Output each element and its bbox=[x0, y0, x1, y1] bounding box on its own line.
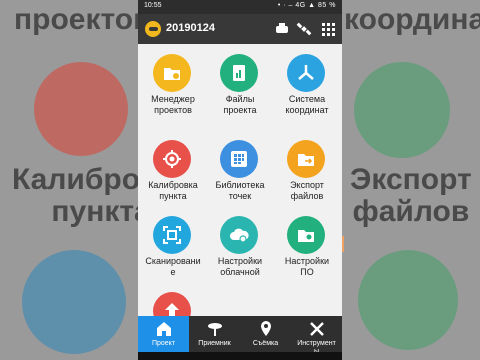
phone-screen: 10:55 • · – 4G ▲ 85 % 20190124 Менеджер … bbox=[138, 0, 342, 360]
system-gesture-bar bbox=[138, 352, 342, 360]
file-chart-icon bbox=[220, 54, 258, 92]
satellite-icon[interactable] bbox=[296, 21, 312, 37]
tile-label: Файлы проекта bbox=[223, 94, 257, 115]
tile-label: Экспорт файлов bbox=[290, 180, 324, 201]
tile-software-settings[interactable]: Настройки ПО bbox=[273, 206, 341, 296]
tile-cloud-settings[interactable]: Настройки облачной bbox=[206, 206, 274, 296]
tile-label: Настройки облачной bbox=[217, 256, 263, 277]
tile-label: Система координат bbox=[285, 94, 329, 115]
location-pin-icon bbox=[261, 321, 271, 336]
bg-circle-blue bbox=[22, 250, 126, 354]
app-bar: 20190124 bbox=[138, 14, 342, 44]
tile-project-manager[interactable]: Менеджер проектов bbox=[139, 44, 207, 134]
tile-label: Менеджер проектов bbox=[151, 94, 195, 115]
bg-text-right-mid: Экспорт файлов bbox=[350, 163, 472, 228]
bg-text-left-top: проектов bbox=[14, 3, 152, 36]
bg-text-right-top: координат bbox=[344, 3, 480, 36]
tile-label: Библиотека точек bbox=[215, 180, 265, 201]
status-indicators: • · – 4G ▲ 85 % bbox=[277, 2, 336, 9]
nav-tools[interactable]: Инструмент ы bbox=[291, 316, 342, 355]
tools-icon bbox=[310, 322, 324, 336]
project-title: 20190124 bbox=[166, 22, 215, 34]
target-icon bbox=[153, 140, 191, 178]
nav-label: Съёмка bbox=[252, 340, 279, 347]
nav-receiver[interactable]: Приемник bbox=[189, 316, 240, 352]
folder-settings-icon bbox=[153, 54, 191, 92]
nav-label: Приемник bbox=[198, 340, 231, 347]
bg-circle-green-bottom bbox=[358, 250, 458, 350]
status-bar: 10:55 • · – 4G ▲ 85 % bbox=[138, 0, 342, 14]
coordinate-system-icon bbox=[287, 54, 325, 92]
tile-project-files[interactable]: Файлы проекта bbox=[206, 44, 274, 134]
status-time: 10:55 bbox=[144, 2, 162, 9]
app-logo-icon[interactable] bbox=[145, 21, 161, 37]
tile-label: Калибровка пункта bbox=[148, 180, 198, 201]
nav-label: Проект bbox=[151, 340, 176, 347]
folder-export-icon bbox=[287, 140, 325, 178]
tile-label: Настройки ПО bbox=[284, 256, 330, 277]
qr-scan-icon bbox=[153, 216, 191, 254]
function-grid: Менеджер проектов Файлы проекта Система … bbox=[138, 44, 342, 330]
tile-label: Сканировани е bbox=[145, 256, 201, 277]
receiver-status-icon[interactable] bbox=[274, 21, 290, 37]
grid-library-icon bbox=[220, 140, 258, 178]
bg-circle-green bbox=[354, 62, 450, 158]
bottom-navigation: Проект Приемник Съёмка Инструмент ы bbox=[138, 316, 342, 355]
receiver-icon bbox=[208, 323, 222, 336]
cloud-settings-icon bbox=[220, 216, 258, 254]
home-icon bbox=[157, 322, 171, 336]
folder-gear-icon bbox=[287, 216, 325, 254]
nav-survey[interactable]: Съёмка bbox=[240, 316, 291, 352]
bg-circle-red bbox=[34, 62, 128, 156]
app-grid-menu-icon[interactable] bbox=[320, 21, 336, 37]
tile-coordinate-system[interactable]: Система координат bbox=[273, 44, 341, 134]
nav-project[interactable]: Проект bbox=[138, 316, 189, 352]
